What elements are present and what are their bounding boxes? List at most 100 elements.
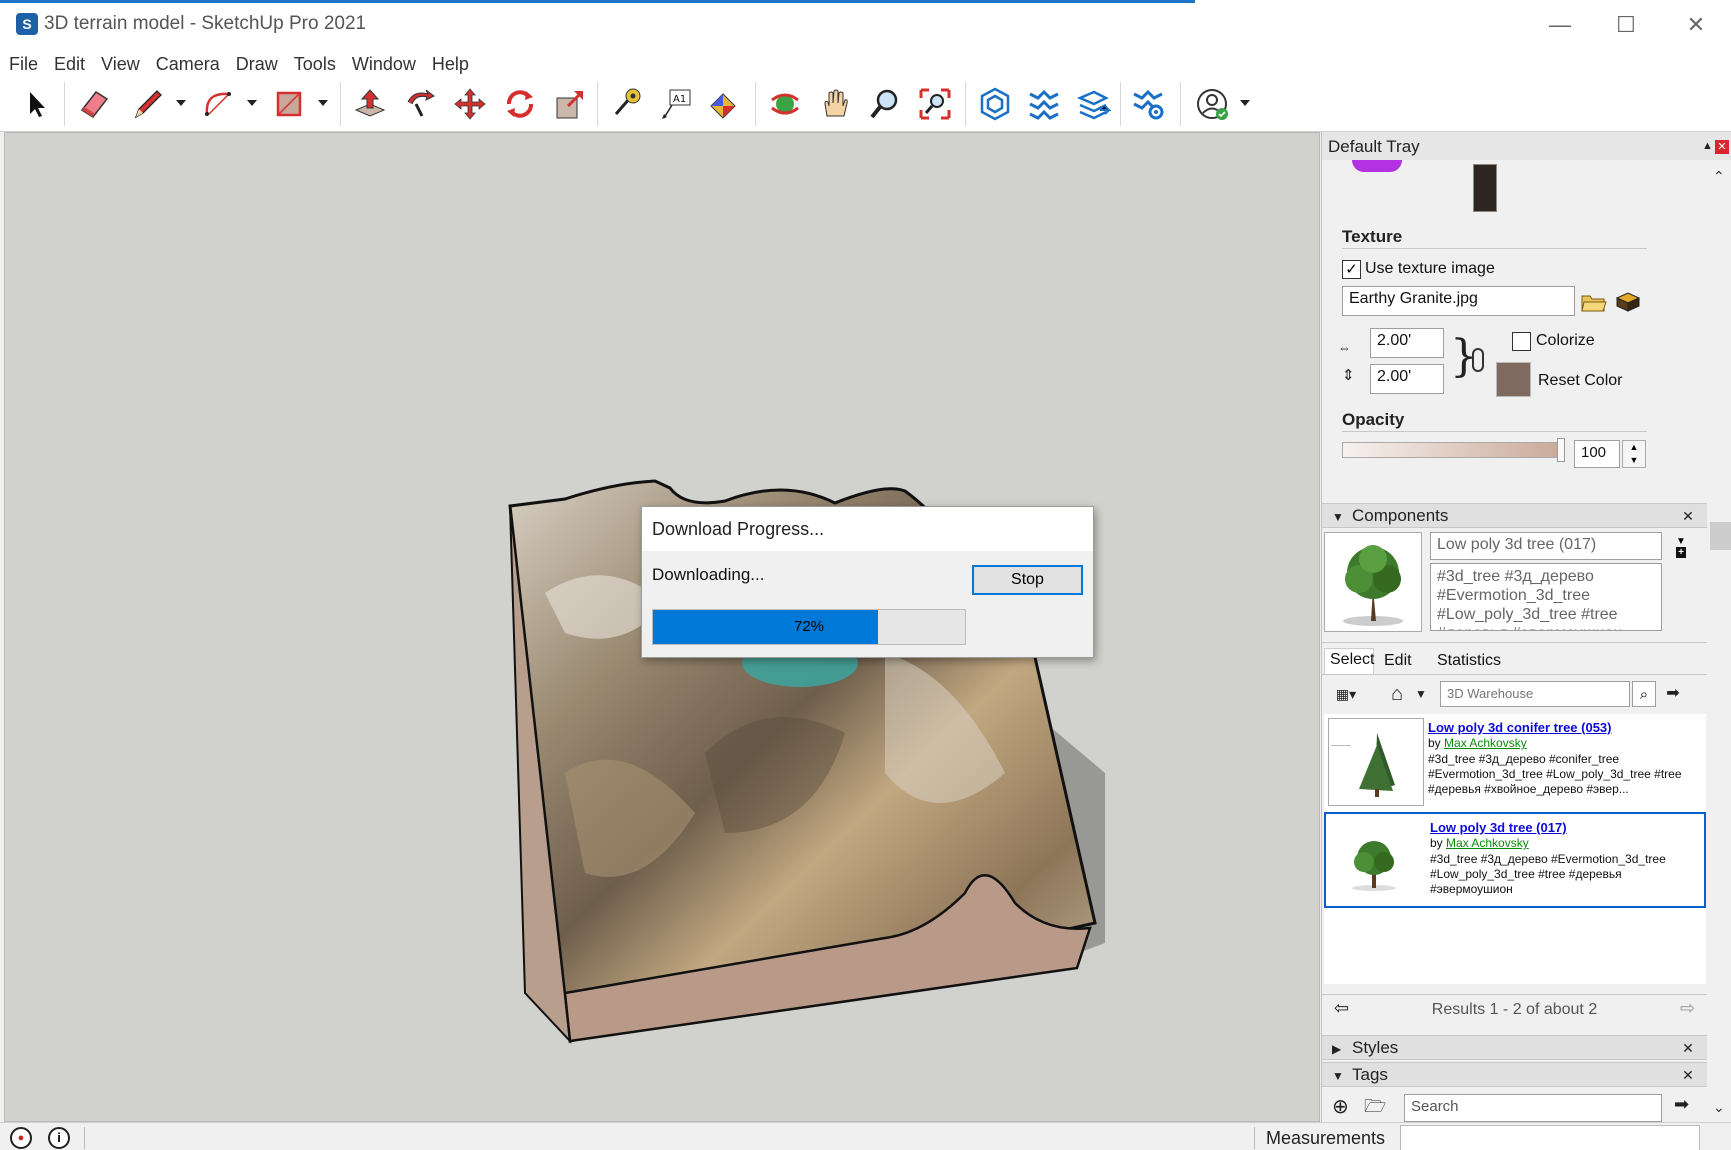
navigation-dropdown-icon[interactable]: ▼ xyxy=(1412,682,1430,706)
tab-select[interactable]: Select xyxy=(1324,648,1374,674)
list-item[interactable]: ———— Low poly 3d conifer tree (053) by M… xyxy=(1324,714,1706,810)
scroll-up-icon[interactable]: ⌃ xyxy=(1713,168,1725,185)
next-page-icon[interactable]: ⇨ xyxy=(1680,998,1695,1019)
component-description-field[interactable]: #3d_tree #3д_дерево #Evermotion_3d_tree … xyxy=(1430,563,1662,631)
menu-edit[interactable]: Edit xyxy=(45,50,85,78)
result-title-link[interactable]: Low poly 3d conifer tree (053) xyxy=(1428,720,1612,735)
scrollbar-thumb[interactable] xyxy=(1710,522,1731,550)
follow-me-tool-icon[interactable] xyxy=(400,84,440,124)
tab-statistics[interactable]: Statistics xyxy=(1437,650,1501,672)
sketchup-window: S 3D terrain model - SketchUp Pro 2021 —… xyxy=(0,0,1731,1150)
width-arrows-icon: ⇔ xyxy=(1338,340,1351,355)
rectangle-tool-icon[interactable] xyxy=(269,84,309,124)
lock-aspect-chain-icon[interactable] xyxy=(1472,348,1484,372)
maximize-icon[interactable]: ☐ xyxy=(1606,10,1646,40)
chevron-down-icon[interactable] xyxy=(1240,100,1250,106)
tags-search-input[interactable]: Search xyxy=(1404,1094,1662,1122)
close-icon[interactable]: ✕ xyxy=(1679,1039,1697,1057)
author-link[interactable]: Max Achkovsky xyxy=(1444,736,1527,750)
zoom-extents-tool-icon[interactable] xyxy=(915,84,955,124)
zoom-tool-icon[interactable] xyxy=(865,84,905,124)
warehouse-search-input[interactable]: 3D Warehouse xyxy=(1440,681,1630,707)
by-label: by xyxy=(1430,836,1443,850)
components-section-header[interactable]: ▼ Components ✕ xyxy=(1322,503,1707,528)
menu-tools[interactable]: Tools xyxy=(285,50,336,78)
tray-title: Default Tray xyxy=(1328,137,1420,156)
texture-file-field[interactable]: Earthy Granite.jpg xyxy=(1342,286,1575,316)
reset-color-label[interactable]: Reset Color xyxy=(1538,372,1622,390)
menu-camera[interactable]: Camera xyxy=(147,50,220,78)
pencil-line-tool-icon[interactable] xyxy=(128,84,168,124)
texture-width-field[interactable]: 2.00' xyxy=(1370,328,1444,358)
tab-edit[interactable]: Edit xyxy=(1384,650,1412,672)
colorize-checkbox[interactable] xyxy=(1512,332,1531,351)
edit-texture-image-icon[interactable] xyxy=(1614,288,1642,314)
tray-scrollbar[interactable]: ⌃ ⌄ xyxy=(1707,164,1731,1122)
close-icon[interactable]: ✕ xyxy=(1679,507,1697,525)
chevron-down-icon[interactable] xyxy=(176,100,186,106)
text-tool-icon[interactable]: A1 xyxy=(656,84,696,124)
window-title: 3D terrain model - SketchUp Pro 2021 xyxy=(44,13,367,34)
pan-tool-icon[interactable] xyxy=(815,84,855,124)
chevron-down-icon[interactable] xyxy=(247,100,257,106)
close-icon[interactable]: ✕ xyxy=(1676,10,1716,40)
extension-manager-icon[interactable] xyxy=(1128,84,1168,124)
view-options-icon[interactable]: ▦▾ xyxy=(1332,682,1360,706)
browse-folder-icon[interactable] xyxy=(1580,290,1608,314)
tape-measure-tool-icon[interactable] xyxy=(606,84,646,124)
component-name-field[interactable]: Low poly 3d tree (017) xyxy=(1430,532,1662,560)
home-icon[interactable]: ⌂ xyxy=(1384,682,1410,706)
add-tag-icon[interactable]: ⊕ xyxy=(1332,1094,1349,1119)
minimize-icon[interactable]: — xyxy=(1540,10,1580,40)
geo-location-icon[interactable]: ● xyxy=(10,1127,32,1149)
chevron-down-icon[interactable] xyxy=(318,100,328,106)
result-title-link[interactable]: Low poly 3d tree (017) xyxy=(1430,820,1567,835)
title-bar: S 3D terrain model - SketchUp Pro 2021 —… xyxy=(0,0,1731,50)
push-pull-tool-icon[interactable] xyxy=(350,84,390,124)
divider xyxy=(1342,248,1647,249)
select-tool-icon[interactable] xyxy=(16,84,56,124)
list-item[interactable]: Low poly 3d tree (017) by Max Achkovsky … xyxy=(1324,812,1706,908)
arc-tool-icon[interactable] xyxy=(199,84,239,124)
details-arrow-icon[interactable]: ➡ xyxy=(1674,1094,1689,1115)
menu-window[interactable]: Window xyxy=(343,50,416,78)
use-texture-checkbox[interactable]: ✓ xyxy=(1342,260,1361,279)
menu-view[interactable]: View xyxy=(92,50,140,78)
opacity-spinner[interactable]: ▲ ▼ xyxy=(1622,440,1646,468)
move-tool-icon[interactable] xyxy=(450,84,490,124)
styles-section-header[interactable]: ▶ Styles ✕ xyxy=(1322,1035,1707,1060)
user-account-icon[interactable] xyxy=(1192,84,1232,124)
paint-bucket-tool-icon[interactable] xyxy=(703,84,743,124)
eraser-tool-icon[interactable] xyxy=(74,84,114,124)
stop-button[interactable]: Stop xyxy=(972,565,1083,595)
opacity-slider-track[interactable] xyxy=(1342,442,1565,458)
add-tag-folder-icon[interactable]: 🗁 xyxy=(1364,1094,1386,1124)
component-details-menu-icon[interactable]: ▼ + xyxy=(1673,536,1689,558)
search-icon[interactable]: ⌕ xyxy=(1632,681,1656,707)
close-icon[interactable]: ✕ xyxy=(1715,140,1729,154)
orbit-tool-icon[interactable] xyxy=(765,84,805,124)
pin-icon[interactable]: ▲ xyxy=(1702,140,1713,152)
menu-help[interactable]: Help xyxy=(423,50,469,78)
measurements-input[interactable] xyxy=(1400,1125,1700,1150)
info-icon[interactable]: i xyxy=(48,1127,70,1149)
opacity-slider-thumb[interactable] xyxy=(1557,438,1565,462)
scale-tool-icon[interactable] xyxy=(550,84,590,124)
opacity-value-field[interactable]: 100 xyxy=(1574,440,1620,468)
close-icon[interactable]: ✕ xyxy=(1679,1066,1697,1084)
reset-color-swatch[interactable] xyxy=(1496,362,1531,397)
scroll-down-icon[interactable]: ⌄ xyxy=(1713,1099,1725,1116)
details-arrow-icon[interactable]: ➡ xyxy=(1662,682,1684,706)
components-heading: Components xyxy=(1352,506,1449,525)
menu-draw[interactable]: Draw xyxy=(227,50,278,78)
send-to-layout-icon[interactable] xyxy=(1074,84,1114,124)
toolbar-separator xyxy=(1180,82,1181,126)
author-link[interactable]: Max Achkovsky xyxy=(1446,836,1529,850)
menu-file[interactable]: File xyxy=(0,50,38,78)
warehouse-icon[interactable] xyxy=(975,84,1015,124)
texture-height-field[interactable]: 2.00' xyxy=(1370,364,1444,394)
extension-warehouse-icon[interactable] xyxy=(1024,84,1064,124)
rotate-tool-icon[interactable] xyxy=(500,84,540,124)
result-tags: #3d_tree #3д_дерево #conifer_tree #Everm… xyxy=(1428,752,1682,796)
tags-section-header[interactable]: ▼ Tags ✕ xyxy=(1322,1062,1707,1087)
